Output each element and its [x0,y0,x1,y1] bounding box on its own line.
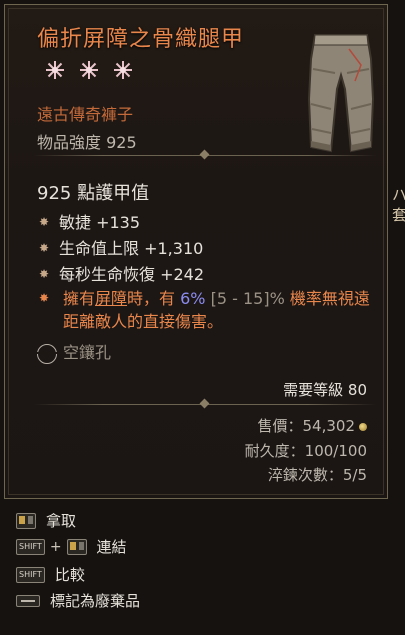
item-name-text: 偏折屏障之骨織腿甲 [37,27,245,52]
durability: 耐久度：100/100 [244,442,367,460]
item-tooltip: 偏折屏障之骨織腿甲 遠古傳奇褲子 物品強度 925 925 點護甲值 ✸ 敏捷 +… [4,4,388,499]
barrier-keyword-link[interactable]: 屏障 [95,289,127,308]
affix-text: 每秒生命恢復 +242 [59,265,205,284]
armor-value: 925 點護甲值 [37,183,150,204]
shift-key-icon: SHIFT [16,566,45,583]
empty-socket: 空鑲孔 [35,339,112,364]
star-bullet-icon: ✸ [39,267,50,281]
empty-socket-icon [35,343,59,364]
required-level: 需要等級 80 [283,381,367,399]
plus-icon: + [49,538,62,555]
affix-line: ✸ 每秒生命恢復 +242 [39,261,204,285]
mouse-left-icon [66,538,87,555]
pants-icon [301,29,381,159]
star-bullet-icon: ✸ [39,215,50,229]
shift-key-icon: SHIFT [16,538,45,555]
compare-hint[interactable]: SHIFT 比較 [16,564,85,584]
item-name: 偏折屏障之骨織腿甲 [37,25,307,85]
item-subtype: 遠古傳奇褲子 [37,105,134,124]
mark-junk-hint[interactable]: 標記為廢棄品 [16,590,140,610]
background-panel-text: ハ 套 [392,186,405,224]
section-divider [33,398,377,409]
legendary-range: [5 - 15]% [205,289,285,308]
temper-count: 淬鍊次數：5/5 [267,466,367,484]
sell-value: 售價：54,302 [258,415,367,436]
star-bullet-icon: ✸ [39,241,50,255]
star-bullet-icon: ✸ [39,291,50,305]
affix-text: 生命值上限 +1,310 [59,239,204,258]
snowflake-star-icon [45,60,65,80]
gold-coin-icon [359,422,367,431]
socket-label: 空鑲孔 [63,343,112,362]
affix-line: ✸ 敏捷 +135 [39,209,140,233]
legendary-value: 6% [180,289,206,308]
affix-line: ✸ 生命值上限 +1,310 [39,235,203,259]
link-hint[interactable]: SHIFT + 連結 [16,536,127,556]
legendary-text: 擁有屏障時，有 6% [5 - 15]% 機率無視遠距離敵人的直接傷害。 [63,289,370,331]
affix-text: 敏捷 +135 [59,213,141,232]
snowflake-star-icon [79,60,99,80]
space-key-icon [16,594,40,607]
legendary-affix: ✸ 擁有屏障時，有 6% [5 - 15]% 機率無視遠距離敵人的直接傷害。 [39,287,374,333]
rarity-stars [45,55,139,85]
section-divider [33,149,377,160]
mouse-left-icon [16,512,36,529]
snowflake-star-icon [113,60,133,80]
pickup-hint[interactable]: 拿取 [16,510,76,530]
